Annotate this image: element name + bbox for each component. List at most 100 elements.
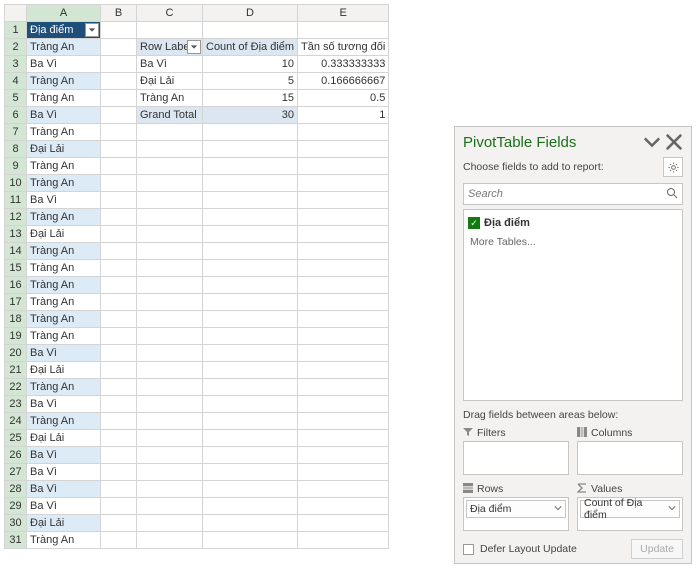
cell-C27[interactable] bbox=[137, 464, 203, 481]
cell-B5[interactable] bbox=[101, 90, 137, 107]
filters-drop[interactable] bbox=[463, 441, 569, 475]
cell-E28[interactable] bbox=[298, 481, 389, 498]
cell-B11[interactable] bbox=[101, 192, 137, 209]
filter-dropdown-button[interactable] bbox=[187, 40, 201, 54]
cell-D10[interactable] bbox=[203, 175, 298, 192]
cell-B1[interactable] bbox=[101, 22, 137, 39]
cell-D18[interactable] bbox=[203, 311, 298, 328]
cell-D26[interactable] bbox=[203, 447, 298, 464]
row-header[interactable]: 31 bbox=[5, 532, 27, 549]
cell-E21[interactable] bbox=[298, 362, 389, 379]
cell-E2[interactable]: Tần số tương đối bbox=[298, 39, 389, 56]
col-header-D[interactable]: D bbox=[203, 5, 298, 22]
cell-B19[interactable] bbox=[101, 328, 137, 345]
rows-drop[interactable]: Địa điểm bbox=[463, 497, 569, 531]
cell-D14[interactable] bbox=[203, 243, 298, 260]
cell-A16[interactable]: Tràng An bbox=[27, 277, 101, 294]
cell-E31[interactable] bbox=[298, 532, 389, 549]
cell-A17[interactable]: Tràng An bbox=[27, 294, 101, 311]
row-header[interactable]: 17 bbox=[5, 294, 27, 311]
cell-B24[interactable] bbox=[101, 413, 137, 430]
cell-D20[interactable] bbox=[203, 345, 298, 362]
row-header[interactable]: 26 bbox=[5, 447, 27, 464]
cell-B13[interactable] bbox=[101, 226, 137, 243]
cell-B28[interactable] bbox=[101, 481, 137, 498]
cell-D9[interactable] bbox=[203, 158, 298, 175]
cell-E13[interactable] bbox=[298, 226, 389, 243]
row-header[interactable]: 19 bbox=[5, 328, 27, 345]
row-header[interactable]: 11 bbox=[5, 192, 27, 209]
cell-A18[interactable]: Tràng An bbox=[27, 311, 101, 328]
cell-C10[interactable] bbox=[137, 175, 203, 192]
cell-A23[interactable]: Ba Vì bbox=[27, 396, 101, 413]
cell-A5[interactable]: Tràng An bbox=[27, 90, 101, 107]
cell-C16[interactable] bbox=[137, 277, 203, 294]
cell-D4[interactable]: 5 bbox=[203, 73, 298, 90]
cell-E23[interactable] bbox=[298, 396, 389, 413]
cell-C18[interactable] bbox=[137, 311, 203, 328]
spreadsheet-grid[interactable]: A B C D E 1Địa điểm2Tràng AnRow LabelsCo… bbox=[4, 4, 389, 549]
cell-E4[interactable]: 0.166666667 bbox=[298, 73, 389, 90]
cell-C6[interactable]: Grand Total bbox=[137, 107, 203, 124]
cell-A1[interactable]: Địa điểm bbox=[27, 22, 101, 39]
cell-A30[interactable]: Đại Lải bbox=[27, 515, 101, 532]
cell-D28[interactable] bbox=[203, 481, 298, 498]
cell-D1[interactable] bbox=[203, 22, 298, 39]
cell-D27[interactable] bbox=[203, 464, 298, 481]
cell-B29[interactable] bbox=[101, 498, 137, 515]
cell-A7[interactable]: Tràng An bbox=[27, 124, 101, 141]
cell-C8[interactable] bbox=[137, 141, 203, 158]
col-header-B[interactable]: B bbox=[101, 5, 137, 22]
row-header[interactable]: 27 bbox=[5, 464, 27, 481]
cell-D2[interactable]: Count of Địa điểm bbox=[203, 39, 298, 56]
cell-B20[interactable] bbox=[101, 345, 137, 362]
cell-D7[interactable] bbox=[203, 124, 298, 141]
cell-E22[interactable] bbox=[298, 379, 389, 396]
cell-A31[interactable]: Tràng An bbox=[27, 532, 101, 549]
cell-A28[interactable]: Ba Vì bbox=[27, 481, 101, 498]
cell-A13[interactable]: Đại Lải bbox=[27, 226, 101, 243]
cell-C13[interactable] bbox=[137, 226, 203, 243]
row-header[interactable]: 21 bbox=[5, 362, 27, 379]
cell-D15[interactable] bbox=[203, 260, 298, 277]
cell-B25[interactable] bbox=[101, 430, 137, 447]
cell-E11[interactable] bbox=[298, 192, 389, 209]
search-input[interactable] bbox=[463, 183, 683, 205]
cell-B23[interactable] bbox=[101, 396, 137, 413]
cell-A20[interactable]: Ba Vì bbox=[27, 345, 101, 362]
cell-C24[interactable] bbox=[137, 413, 203, 430]
cell-A26[interactable]: Ba Vì bbox=[27, 447, 101, 464]
col-header-C[interactable]: C bbox=[137, 5, 203, 22]
more-tables-link[interactable]: More Tables... bbox=[468, 236, 678, 248]
cell-B15[interactable] bbox=[101, 260, 137, 277]
corner-cell[interactable] bbox=[5, 5, 27, 22]
row-header[interactable]: 16 bbox=[5, 277, 27, 294]
cell-B14[interactable] bbox=[101, 243, 137, 260]
cell-A6[interactable]: Ba Vì bbox=[27, 107, 101, 124]
cell-B7[interactable] bbox=[101, 124, 137, 141]
row-header[interactable]: 4 bbox=[5, 73, 27, 90]
cell-C20[interactable] bbox=[137, 345, 203, 362]
row-header[interactable]: 23 bbox=[5, 396, 27, 413]
cell-C17[interactable] bbox=[137, 294, 203, 311]
cell-C26[interactable] bbox=[137, 447, 203, 464]
cell-D13[interactable] bbox=[203, 226, 298, 243]
cell-B21[interactable] bbox=[101, 362, 137, 379]
cell-A8[interactable]: Đại Lải bbox=[27, 141, 101, 158]
row-header[interactable]: 5 bbox=[5, 90, 27, 107]
row-header[interactable]: 22 bbox=[5, 379, 27, 396]
cell-D21[interactable] bbox=[203, 362, 298, 379]
cell-A9[interactable]: Tràng An bbox=[27, 158, 101, 175]
cell-C11[interactable] bbox=[137, 192, 203, 209]
cell-C19[interactable] bbox=[137, 328, 203, 345]
field-item[interactable]: Địa điểm bbox=[468, 214, 678, 232]
cell-C28[interactable] bbox=[137, 481, 203, 498]
fields-list[interactable]: Địa điểm More Tables... bbox=[463, 209, 683, 401]
row-header[interactable]: 30 bbox=[5, 515, 27, 532]
cell-C23[interactable] bbox=[137, 396, 203, 413]
cell-A11[interactable]: Ba Vì bbox=[27, 192, 101, 209]
cell-B12[interactable] bbox=[101, 209, 137, 226]
cell-E29[interactable] bbox=[298, 498, 389, 515]
cell-B8[interactable] bbox=[101, 141, 137, 158]
cell-A10[interactable]: Tràng An bbox=[27, 175, 101, 192]
